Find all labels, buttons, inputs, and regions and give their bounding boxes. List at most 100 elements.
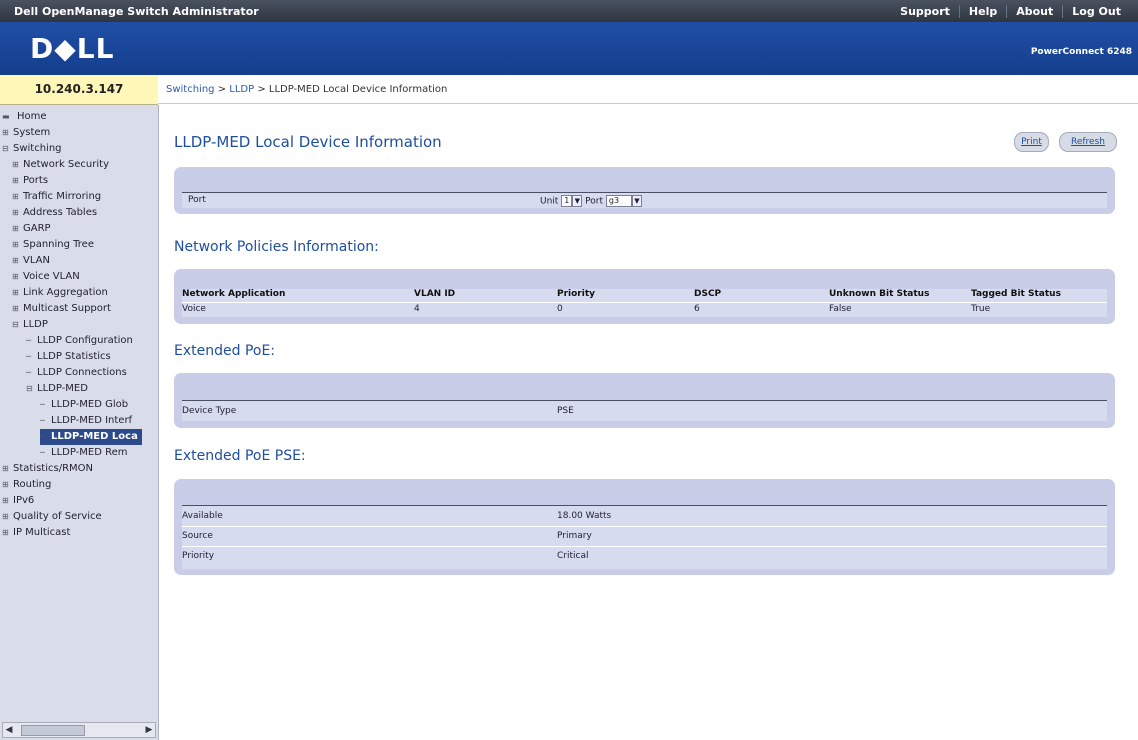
expand-icon[interactable]: ⊞ xyxy=(12,301,20,317)
tree-branch-icon: ─ xyxy=(40,416,45,425)
main-content: LLDP-MED Local Device Information Print … xyxy=(159,105,1138,740)
expand-icon[interactable]: ⊞ xyxy=(12,157,20,173)
sidebar-item-label: LLDP-MED Glob xyxy=(51,399,129,410)
expand-icon[interactable]: ⊞ xyxy=(12,253,20,269)
expand-icon[interactable]: ⊞ xyxy=(2,477,10,493)
sidebar-item-network-security[interactable]: ⊞ Network Security xyxy=(12,157,109,173)
sidebar-scrollbar[interactable]: ◀ ▶ xyxy=(2,722,156,738)
sidebar-item-lldp-med-loca[interactable]: ─ LLDP-MED Loca xyxy=(40,429,142,445)
expand-icon[interactable]: ⊞ xyxy=(12,237,20,253)
print-button[interactable]: Print xyxy=(1014,132,1049,152)
sidebar-item-address-tables[interactable]: ⊞ Address Tables xyxy=(12,205,97,221)
sidebar-item-lldp-med-rem[interactable]: ─ LLDP-MED Rem xyxy=(40,445,127,461)
port-dropdown-icon[interactable]: ▼ xyxy=(631,195,642,207)
collapse-icon[interactable]: ⊟ xyxy=(2,141,10,157)
help-link[interactable]: Help xyxy=(958,5,1006,18)
breadcrumb-lldp[interactable]: LLDP xyxy=(229,84,254,95)
sidebar-item-label: Routing xyxy=(13,479,52,490)
model-name: PowerConnect 6248 xyxy=(1030,47,1132,57)
sidebar-item-lldp-med[interactable]: ⊟ LLDP-MED xyxy=(26,381,88,397)
cell-priority: 0 xyxy=(557,304,563,314)
sidebar-item-ip-multicast[interactable]: ⊞ IP Multicast xyxy=(2,525,70,541)
sidebar-item-system[interactable]: ⊞ System xyxy=(2,125,50,141)
sidebar-item-lldp-connections[interactable]: ─ LLDP Connections xyxy=(26,365,127,381)
sidebar-item-label: VLAN xyxy=(23,255,50,266)
unit-dropdown-icon[interactable]: ▼ xyxy=(572,195,583,207)
sidebar-item-routing[interactable]: ⊞ Routing xyxy=(2,477,51,493)
sidebar-item-label: Ports xyxy=(23,175,49,186)
sidebar-item-spanning-tree[interactable]: ⊞ Spanning Tree xyxy=(12,237,94,253)
refresh-button[interactable]: Refresh xyxy=(1059,132,1117,152)
available-label: Available xyxy=(182,511,223,521)
port-select-label: Port xyxy=(585,196,604,207)
sidebar-item-multicast-support[interactable]: ⊞ Multicast Support xyxy=(12,301,111,317)
network-policies-heading: Network Policies Information: xyxy=(174,239,379,255)
sidebar-item-lldp-med-interf[interactable]: ─ LLDP-MED Interf xyxy=(40,413,132,429)
col-network-application: Network Application xyxy=(182,289,286,299)
cell-tagged-bit-status: True xyxy=(971,304,991,314)
sidebar-item-label: Quality of Service xyxy=(13,511,102,522)
sidebar-item-statistics-rmon[interactable]: ⊞ Statistics/RMON xyxy=(2,461,93,477)
sidebar-item-quality-of-service[interactable]: ⊞ Quality of Service xyxy=(2,509,102,525)
sidebar-item-lldp-statistics[interactable]: ─ LLDP Statistics xyxy=(26,349,111,365)
sidebar-item-label: Home xyxy=(17,111,47,122)
sidebar-item-label: IP Multicast xyxy=(13,527,71,538)
source-value: Primary xyxy=(557,531,592,541)
tree-branch-icon: ─ xyxy=(40,432,45,441)
expand-icon[interactable]: ⊞ xyxy=(2,461,10,477)
extended-poe-pse-section: Available 18.00 Watts Source Primary Pri… xyxy=(174,479,1115,575)
extended-poe-section: Device Type PSE xyxy=(174,373,1115,428)
app-title: Dell OpenManage Switch Administrator xyxy=(14,5,259,18)
expand-icon[interactable]: ⊞ xyxy=(12,269,20,285)
col-vlan-id: VLAN ID xyxy=(414,289,456,299)
sidebar-item-label: LLDP Connections xyxy=(37,367,127,378)
sidebar-item-ports[interactable]: ⊞ Ports xyxy=(12,173,48,189)
sidebar-item-lldp[interactable]: ⊟ LLDP xyxy=(12,317,48,333)
scroll-thumb[interactable] xyxy=(21,725,85,736)
breadcrumb-sep: > xyxy=(254,84,269,95)
expand-icon[interactable]: ⊞ xyxy=(12,285,20,301)
collapse-icon[interactable]: ⊟ xyxy=(12,317,20,333)
expand-icon[interactable]: ⊞ xyxy=(12,205,20,221)
port-section: Port Unit 1 ▼ Port g3 ▼ xyxy=(174,167,1115,214)
sidebar-item-vlan[interactable]: ⊞ VLAN xyxy=(12,253,50,269)
sidebar-item-lldp-med-glob[interactable]: ─ LLDP-MED Glob xyxy=(40,397,128,413)
expand-icon[interactable]: ⊞ xyxy=(2,125,10,141)
collapse-icon[interactable]: ⊟ xyxy=(26,381,34,397)
about-link[interactable]: About xyxy=(1006,5,1062,18)
page-title: LLDP-MED Local Device Information xyxy=(174,133,442,151)
scroll-right-icon[interactable]: ▶ xyxy=(143,723,155,737)
table-row: Voice 4 0 6 False True xyxy=(182,304,1107,316)
expand-icon[interactable]: ⊞ xyxy=(2,525,10,541)
sidebar-item-switching[interactable]: ⊟ Switching xyxy=(2,141,62,157)
sidebar-item-link-aggregation[interactable]: ⊞ Link Aggregation xyxy=(12,285,108,301)
support-link[interactable]: Support xyxy=(891,5,959,18)
top-bar: Dell OpenManage Switch Administrator Sup… xyxy=(0,0,1138,22)
sidebar-item-ipv6[interactable]: ⊞ IPv6 xyxy=(2,493,34,509)
expand-icon[interactable]: ⊞ xyxy=(2,509,10,525)
nav-tree: ◀ ▶ ▬ Home ⊞ System ⊟ Switching ⊞ Network Secur… xyxy=(0,105,159,740)
sidebar-item-label: GARP xyxy=(23,223,51,234)
sidebar-item-lldp-configuration[interactable]: ─ LLDP Configuration xyxy=(26,333,133,349)
tree-branch-icon: ─ xyxy=(26,352,31,361)
sidebar-item-voice-vlan[interactable]: ⊞ Voice VLAN xyxy=(12,269,80,285)
expand-icon[interactable]: ⊞ xyxy=(12,221,20,237)
top-links: Support Help About Log Out xyxy=(891,5,1130,18)
expand-icon[interactable]: ⊞ xyxy=(12,189,20,205)
sidebar-item-home[interactable]: ▬ Home xyxy=(2,109,47,125)
breadcrumb-switching[interactable]: Switching xyxy=(166,84,215,95)
expand-icon[interactable]: ⊞ xyxy=(2,493,10,509)
sidebar-item-traffic-mirroring[interactable]: ⊞ Traffic Mirroring xyxy=(12,189,101,205)
logout-link[interactable]: Log Out xyxy=(1062,5,1130,18)
sidebar-item-garp[interactable]: ⊞ GARP xyxy=(12,221,51,237)
unit-select[interactable]: 1 xyxy=(561,195,573,207)
unit-label: Unit xyxy=(540,196,559,207)
sidebar-item-label: LLDP Statistics xyxy=(37,351,111,362)
breadcrumb-current: LLDP-MED Local Device Information xyxy=(268,84,448,95)
port-select[interactable]: g3 xyxy=(605,195,632,207)
scroll-left-icon[interactable]: ◀ xyxy=(3,723,15,737)
sidebar-item-label: LLDP xyxy=(23,319,48,330)
sidebar-item-label: Multicast Support xyxy=(23,303,111,314)
table-row: Available 18.00 Watts xyxy=(182,511,1107,523)
expand-icon[interactable]: ⊞ xyxy=(12,173,20,189)
